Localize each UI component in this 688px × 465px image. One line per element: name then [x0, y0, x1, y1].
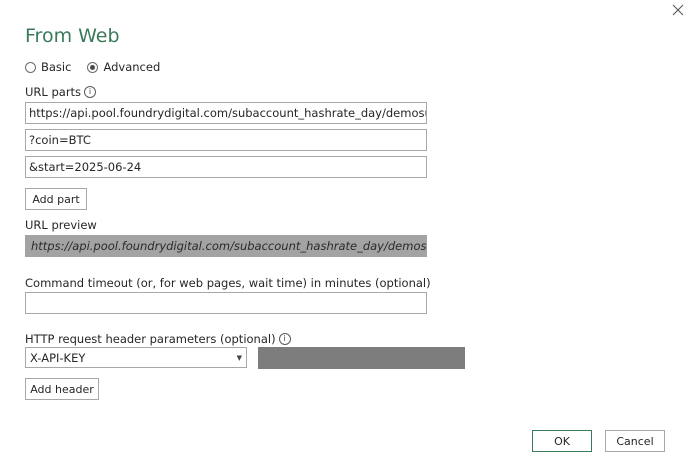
- add-header-button[interactable]: Add header: [25, 378, 99, 400]
- url-part-input-2[interactable]: ?coin=BTC: [25, 129, 427, 151]
- url-parts-label: URL parts: [25, 85, 82, 99]
- basic-radio-option[interactable]: Basic: [25, 60, 71, 74]
- info-icon[interactable]: i: [84, 85, 97, 98]
- url-preview-field: https://api.pool.foundrydigital.com/suba…: [25, 235, 427, 257]
- header-name-value: X-API-KEY: [30, 350, 86, 365]
- close-button[interactable]: [670, 2, 686, 18]
- url-preview-label: URL preview: [25, 218, 97, 232]
- advanced-radio-option[interactable]: Advanced: [87, 60, 160, 74]
- http-headers-label-row: HTTP request header parameters (optional…: [25, 332, 291, 346]
- timeout-input[interactable]: [25, 292, 427, 314]
- advanced-radio-label: Advanced: [103, 60, 161, 74]
- url-part-input-3[interactable]: &start=2025-06-24: [25, 156, 427, 178]
- basic-radio-label: Basic: [41, 60, 72, 74]
- cancel-button[interactable]: Cancel: [605, 430, 665, 452]
- info-icon[interactable]: i: [278, 332, 291, 345]
- dialog-title: From Web: [25, 25, 120, 47]
- timeout-label: Command timeout (or, for web pages, wait…: [25, 276, 431, 290]
- mode-radio-group: Basic Advanced: [25, 59, 176, 75]
- http-headers-label: HTTP request header parameters (optional…: [25, 332, 276, 346]
- url-part-input-1[interactable]: https://api.pool.foundrydigital.com/suba…: [25, 102, 427, 124]
- close-icon: [672, 4, 684, 16]
- chevron-down-icon: ▼: [236, 353, 242, 362]
- basic-radio[interactable]: [25, 61, 36, 73]
- url-parts-label-row: URL parts i: [25, 85, 97, 99]
- header-value-input-redacted[interactable]: [258, 347, 465, 369]
- add-part-button[interactable]: Add part: [25, 188, 87, 210]
- advanced-radio[interactable]: [87, 61, 99, 73]
- header-name-dropdown[interactable]: X-API-KEY ▼: [25, 347, 247, 368]
- ok-button[interactable]: OK: [532, 430, 592, 452]
